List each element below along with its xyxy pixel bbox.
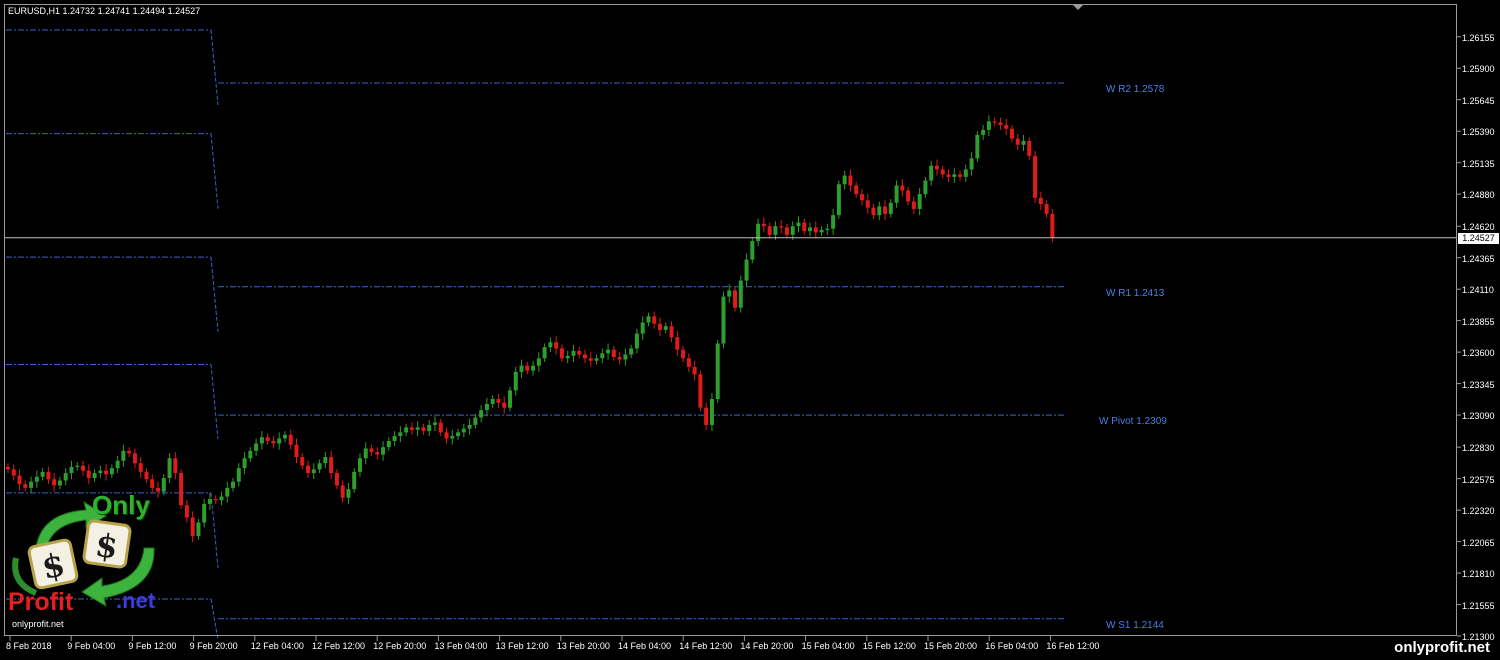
- pivot-label: W S1 1.2144: [1106, 619, 1164, 631]
- time-tick-label: 14 Feb 04:00: [618, 641, 672, 651]
- price-tick-label: 1.23090: [1462, 411, 1495, 422]
- price-tick-label: 1.21810: [1462, 569, 1495, 580]
- time-tick-label: 12 Feb 20:00: [373, 641, 427, 651]
- time-tick-label: 16 Feb 12:00: [1046, 641, 1100, 651]
- pivot-label: W R1 1.2413: [1106, 287, 1165, 299]
- time-tick-label: 15 Feb 04:00: [801, 641, 855, 651]
- logo-only-text: Only: [92, 490, 150, 520]
- price-tick-label: 1.25900: [1462, 64, 1495, 75]
- chart-area[interactable]: [4, 4, 1457, 636]
- time-tick-label: 9 Feb 12:00: [128, 641, 177, 651]
- time-tick-label: 16 Feb 04:00: [985, 641, 1039, 651]
- time-tick-label: 14 Feb 12:00: [679, 641, 733, 651]
- price-tick-label: 1.25390: [1462, 127, 1495, 138]
- time-axis[interactable]: 8 Feb 2018 9 Feb 04:00 9 Feb 12:00 9 Feb 20…: [4, 636, 1457, 660]
- time-tick-label: 12 Feb 04:00: [250, 641, 304, 651]
- price-tick-label: 1.24110: [1462, 285, 1494, 296]
- time-tick-label: 12 Feb 12:00: [312, 641, 366, 651]
- price-tick-label: 1.24365: [1462, 253, 1495, 264]
- current-price-label: 1.24527: [1458, 232, 1499, 244]
- price-tick-label: 1.23345: [1462, 379, 1495, 390]
- pivot-label: W R2 1.2578: [1106, 84, 1165, 96]
- symbol-timeframe: EURUSD,H1: [8, 6, 61, 16]
- pivot-label: W Pivot 1.2309: [1099, 416, 1167, 428]
- price-tick-label: 1.22065: [1462, 537, 1495, 548]
- symbol-header: EURUSD,H1 1.24732 1.24741 1.24494 1.2452…: [8, 6, 200, 16]
- price-tick-label: 1.21555: [1462, 600, 1495, 611]
- time-tick-label: 15 Feb 20:00: [924, 641, 978, 651]
- price-tick-label: 1.25645: [1462, 95, 1495, 106]
- logo-net-text: .net: [116, 588, 156, 613]
- brand-watermark: onlyprofit.net: [1394, 639, 1490, 656]
- time-tick-label: 14 Feb 20:00: [740, 641, 794, 651]
- logo-profit-text: Profit: [8, 588, 74, 616]
- ohlc-values: 1.24732 1.24741 1.24494 1.24527: [62, 6, 201, 16]
- price-axis[interactable]: 1.26155 1.25900 1.25645 1.25390 1.25135 1.248…: [1457, 4, 1500, 642]
- onlyprofit-logo: $ $ Only Profit .net onlyprofit.net: [6, 488, 176, 633]
- time-tick-label: 13 Feb 20:00: [556, 641, 610, 651]
- price-tick-label: 1.23600: [1462, 348, 1495, 359]
- time-tick-label: 13 Feb 04:00: [434, 641, 488, 651]
- time-tick-label: 9 Feb 04:00: [67, 641, 116, 651]
- time-tick-label: 13 Feb 12:00: [495, 641, 549, 651]
- price-tick-label: 1.26155: [1462, 32, 1495, 43]
- price-tick-label: 1.22575: [1462, 474, 1495, 485]
- logo-url-text: onlyprofit.net: [12, 619, 64, 629]
- time-tick-label: 9 Feb 20:00: [189, 641, 238, 651]
- price-tick-label: 1.23855: [1462, 316, 1495, 327]
- price-tick-label: 1.25135: [1462, 158, 1495, 169]
- price-tick-label: 1.24880: [1462, 190, 1495, 201]
- price-tick-label: 1.22320: [1462, 506, 1495, 517]
- time-tick-label: 15 Feb 12:00: [862, 641, 916, 651]
- price-tick-label: 1.22830: [1462, 443, 1495, 454]
- time-tick-label: 8 Feb 2018: [6, 641, 52, 651]
- price-tick-label: 1.24620: [1462, 222, 1495, 233]
